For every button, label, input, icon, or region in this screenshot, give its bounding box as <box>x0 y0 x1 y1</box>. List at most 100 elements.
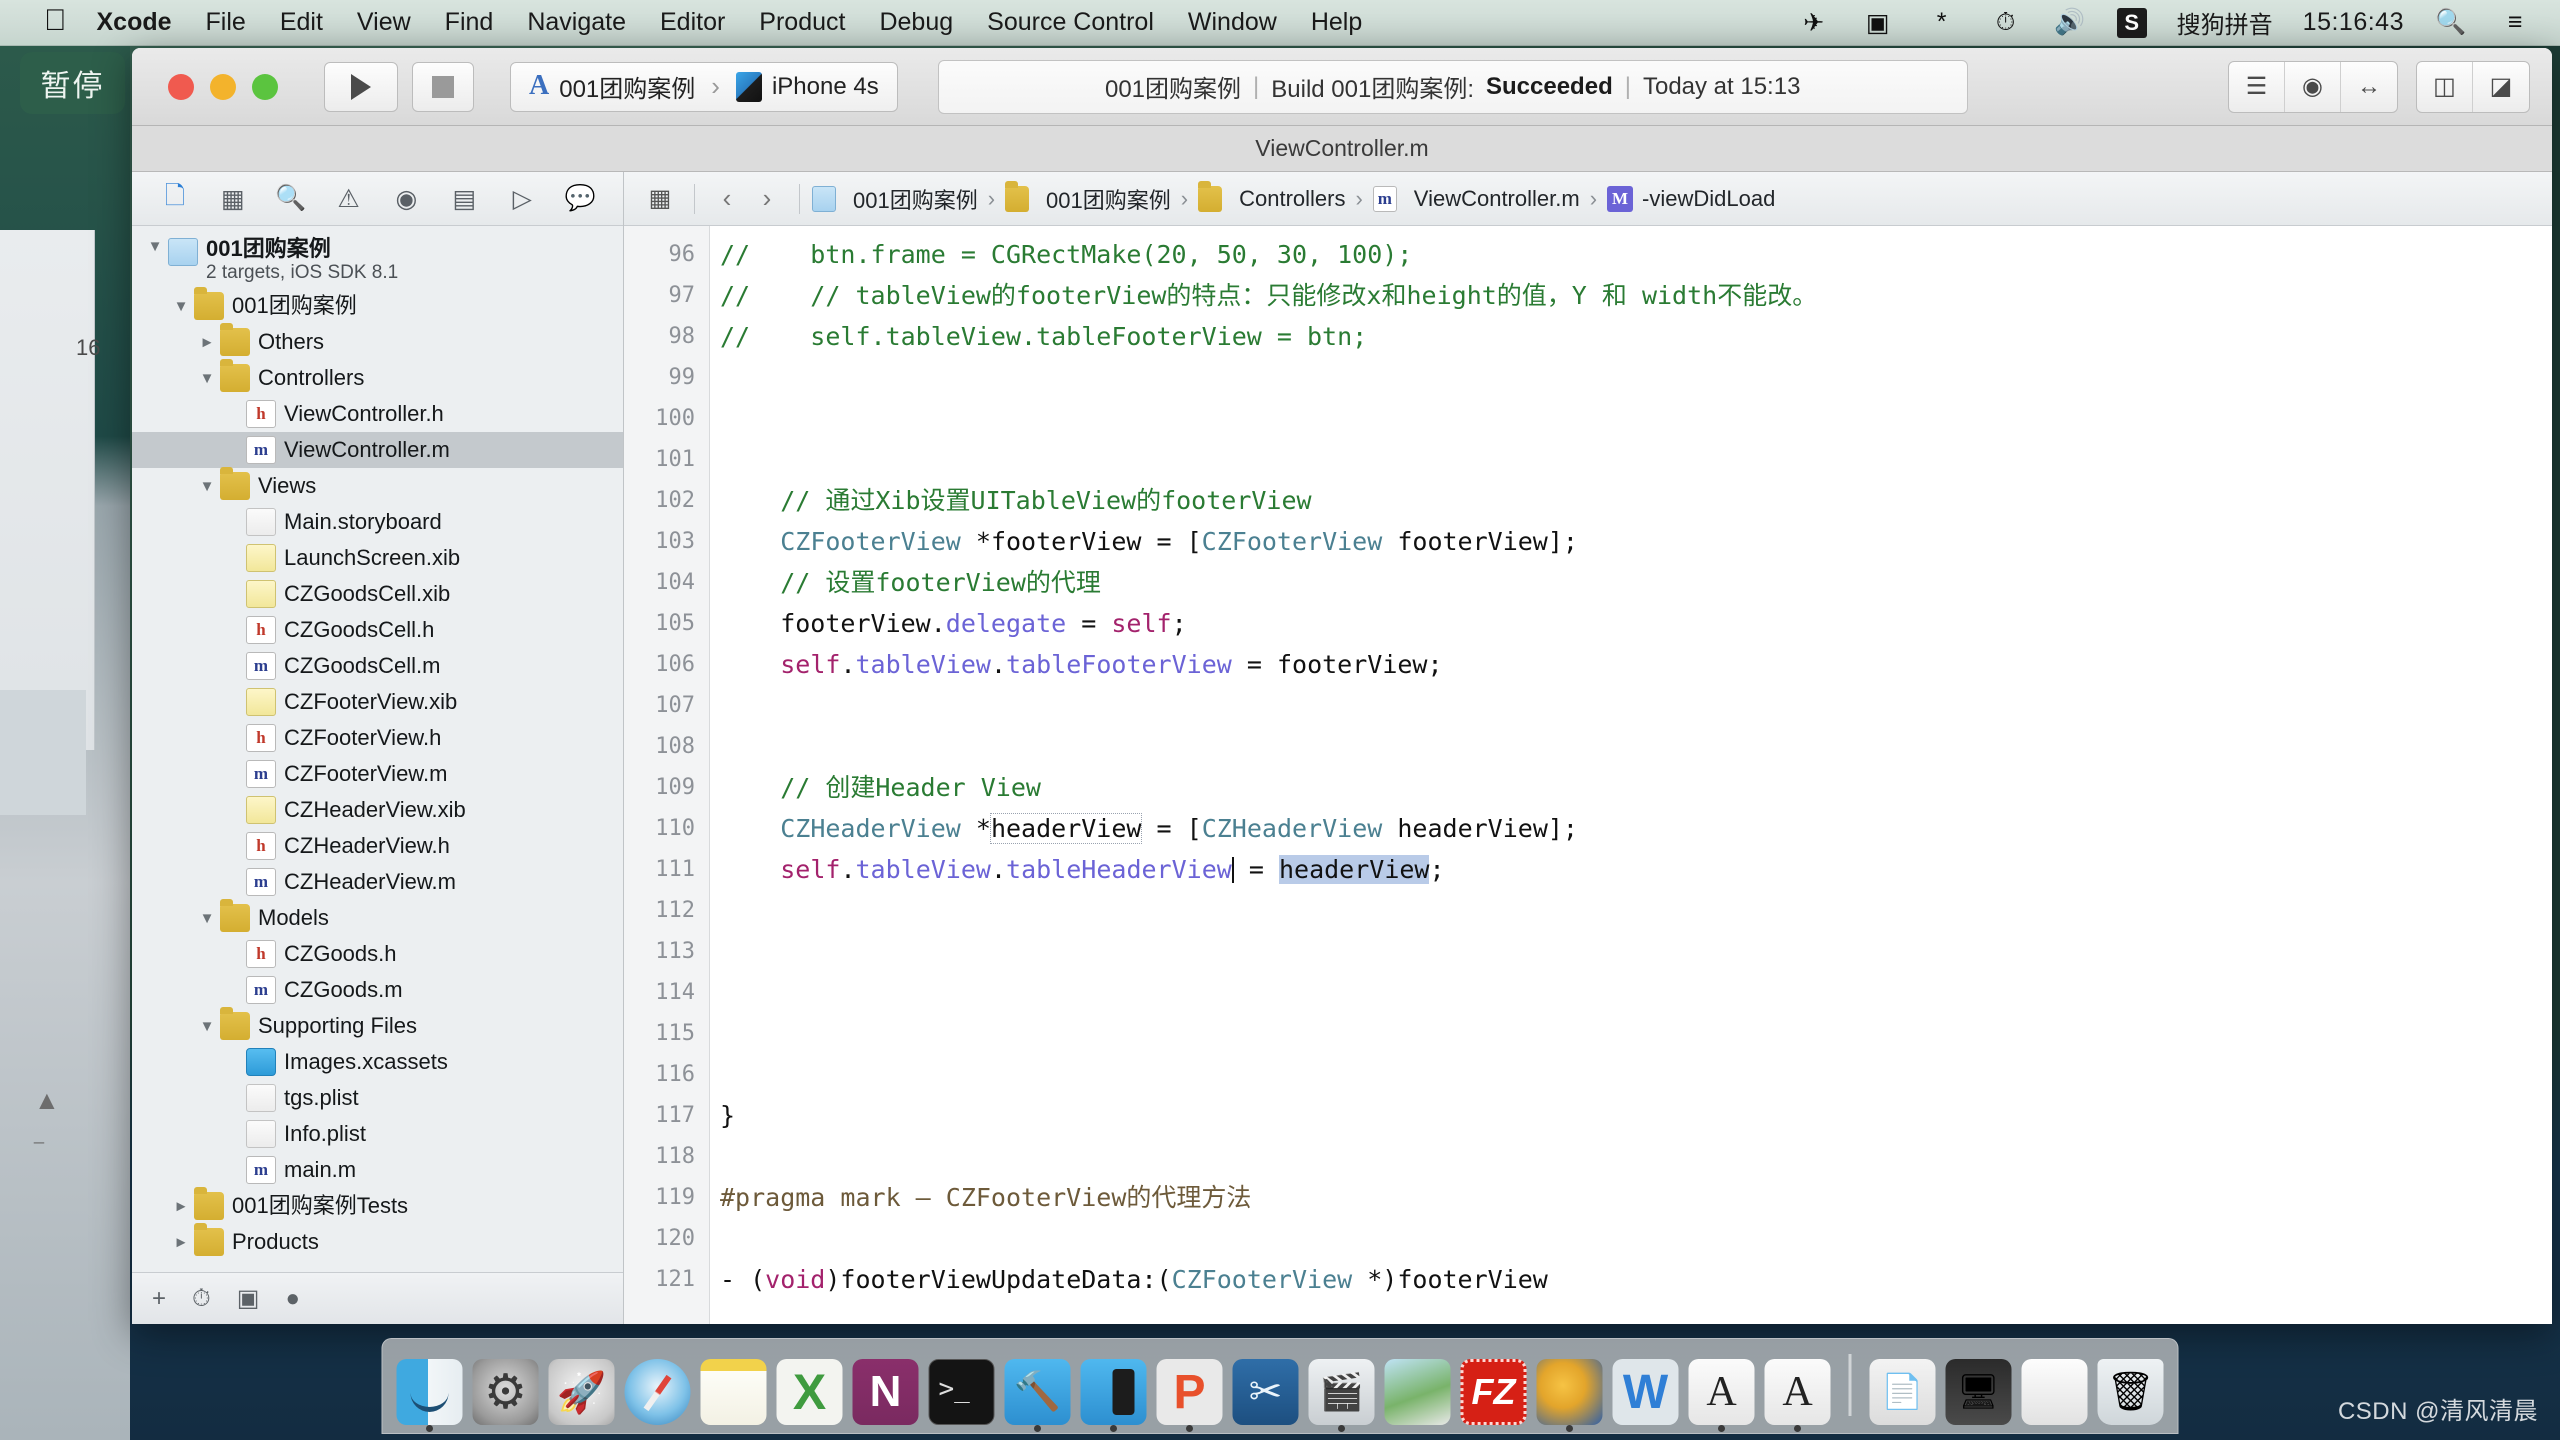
dock-icon-keynote[interactable] <box>1156 1359 1223 1432</box>
tree-item-main.m[interactable]: m main.m <box>132 1152 623 1188</box>
disclosure-triangle-open-icon[interactable]: ▼ <box>168 298 194 315</box>
sogou-ime-icon[interactable]: S <box>2116 7 2147 38</box>
tree-item-czgoodscell.h[interactable]: h CZGoodsCell.h <box>132 612 623 648</box>
tree-item-czgoods.m[interactable]: m CZGoods.m <box>132 972 623 1008</box>
dock-icon-onenote[interactable] <box>852 1359 919 1425</box>
breakpoint-navigator-icon[interactable]: ▷ <box>493 177 551 221</box>
code-line[interactable] <box>720 1013 2552 1054</box>
dock-icon-font-book-b[interactable] <box>1764 1359 1831 1432</box>
version-editor-icon[interactable]: ↔ <box>2341 62 2397 112</box>
tree-item-czgoodscell.m[interactable]: m CZGoodsCell.m <box>132 648 623 684</box>
menu-item-edit[interactable]: Edit <box>280 8 323 37</box>
dock-icon-system-preferences[interactable] <box>472 1359 539 1425</box>
code-line[interactable] <box>720 439 2552 480</box>
disclosure-triangle-closed-icon[interactable]: ► <box>168 1198 194 1215</box>
apple-logo-icon[interactable]:  <box>44 5 67 36</box>
code-line[interactable] <box>720 357 2552 398</box>
dock-icon-word[interactable] <box>1612 1359 1679 1425</box>
close-window-button[interactable] <box>168 73 194 100</box>
minimize-window-button[interactable] <box>210 73 236 100</box>
tree-item-001[interactable]: ▼ 001团购案例 2 targets, iOS SDK 8.1 <box>132 236 623 288</box>
breadcrumb-method[interactable]: M -viewDidLoad <box>1607 185 1775 212</box>
hide-navigator-icon[interactable]: ◫ <box>2417 61 2473 112</box>
tree-item-images.xcassets[interactable]: Images.xcassets <box>132 1044 623 1080</box>
find-navigator-icon[interactable]: 🔍 <box>262 177 320 221</box>
code-line[interactable] <box>720 972 2552 1013</box>
airplane-icon[interactable]: ✈ <box>1797 8 1831 38</box>
code-line[interactable]: // btn.frame = CGRectMake(20, 50, 30, 10… <box>720 234 2552 275</box>
video-camera-icon[interactable]: ▣ <box>1861 8 1895 38</box>
standard-editor-icon[interactable]: ☰ <box>2229 61 2285 112</box>
menu-item-navigate[interactable]: Navigate <box>527 8 626 37</box>
assistant-editor-icon[interactable]: ◉ <box>2285 61 2341 112</box>
bluetooth-icon[interactable]: * <box>1925 8 1959 38</box>
dock-icon-screens-stack[interactable] <box>1945 1359 2012 1425</box>
breadcrumb-file[interactable]: m ViewController.m <box>1372 185 1580 212</box>
recent-filter-icon[interactable]: ⏱ <box>192 1285 211 1313</box>
menu-item-view[interactable]: View <box>357 8 411 37</box>
dock-icon-excel[interactable] <box>776 1359 843 1425</box>
tree-item-viewcontroller.m[interactable]: m ViewController.m <box>132 432 623 468</box>
tree-item-products[interactable]: ► Products <box>132 1223 623 1260</box>
eject-icon[interactable]: ▲ _ <box>34 1085 60 1147</box>
code-line[interactable]: CZHeaderView *headerView = [CZHeaderView… <box>720 808 2552 849</box>
tree-item-views[interactable]: ▼ Views <box>132 467 623 504</box>
disclosure-triangle-closed-icon[interactable]: ► <box>168 1234 194 1251</box>
tree-item-tgs.plist[interactable]: tgs.plist <box>132 1080 623 1116</box>
code-line[interactable]: // 设置footerView的代理 <box>720 562 2552 603</box>
disclosure-triangle-open-icon[interactable]: ▼ <box>194 478 220 495</box>
dock-icon-font-book-a[interactable] <box>1688 1359 1755 1432</box>
tree-item-czheaderview.xib[interactable]: CZHeaderView.xib <box>132 792 623 828</box>
breadcrumb-project[interactable]: 001团购案例 <box>812 183 978 215</box>
dock-icon-quicktime[interactable] <box>1308 1359 1375 1432</box>
tree-item-czfooterview.h[interactable]: h CZFooterView.h <box>132 720 623 756</box>
tree-item-controllers[interactable]: ▼ Controllers <box>132 359 623 396</box>
report-navigator-icon[interactable]: 💬 <box>551 177 609 221</box>
breadcrumb-group[interactable]: 001团购案例 <box>1005 180 1171 215</box>
dock-icon-downloads-stack[interactable] <box>2021 1359 2088 1425</box>
dock-icon-paint-tool[interactable] <box>1536 1359 1603 1432</box>
source-control-filter-icon[interactable]: ▣ <box>237 1284 260 1313</box>
code-line[interactable] <box>720 931 2552 972</box>
dock-icon-filezilla[interactable] <box>1460 1359 1527 1425</box>
code-line[interactable]: } <box>720 1095 2552 1136</box>
code-line[interactable]: - (void)footerViewUpdateData:(CZFooterVi… <box>720 1259 2552 1300</box>
code-line[interactable] <box>720 685 2552 726</box>
tree-item-czgoods.h[interactable]: h CZGoods.h <box>132 936 623 972</box>
navigate-back-button[interactable]: ‹ <box>707 183 747 214</box>
dock-icon-launchpad[interactable] <box>548 1359 615 1425</box>
code-line[interactable] <box>720 1218 2552 1259</box>
test-navigator-icon[interactable]: ◉ <box>378 177 436 221</box>
dock-icon-snipaste[interactable] <box>1232 1359 1299 1425</box>
tree-item-001[interactable]: ▼ 001团购案例 <box>132 287 623 324</box>
menu-item-file[interactable]: File <box>206 8 246 37</box>
run-button[interactable] <box>324 61 398 112</box>
dock-icon-safari[interactable] <box>624 1359 691 1425</box>
tree-item-czgoodscell.xib[interactable]: CZGoodsCell.xib <box>132 576 623 612</box>
code-line[interactable] <box>720 398 2552 439</box>
disclosure-triangle-open-icon[interactable]: ▼ <box>142 238 168 255</box>
filter-field-icon[interactable]: ● <box>285 1285 300 1313</box>
dock-icon-documents-stack[interactable] <box>1869 1359 1936 1425</box>
tree-item-czfooterview.m[interactable]: m CZFooterView.m <box>132 756 623 792</box>
navigate-forward-button[interactable]: › <box>747 183 787 214</box>
disclosure-triangle-closed-icon[interactable]: ► <box>194 334 220 351</box>
tree-item-viewcontroller.h[interactable]: h ViewController.h <box>132 396 623 432</box>
disclosure-triangle-open-icon[interactable]: ▼ <box>194 1018 220 1035</box>
add-icon[interactable]: + <box>152 1285 166 1313</box>
spotlight-search-icon[interactable]: 🔍 <box>2434 8 2468 38</box>
menu-item-window[interactable]: Window <box>1188 8 1277 37</box>
disclosure-triangle-open-icon[interactable]: ▼ <box>194 370 220 387</box>
source-code-text[interactable]: // btn.frame = CGRectMake(20, 50, 30, 10… <box>710 226 2552 1324</box>
tree-item-main.storyboard[interactable]: Main.storyboard <box>132 504 623 540</box>
dock-icon-xcode[interactable] <box>1004 1359 1071 1432</box>
tree-item-supportingfiles[interactable]: ▼ Supporting Files <box>132 1007 623 1044</box>
stop-button[interactable] <box>412 61 474 112</box>
code-line[interactable]: self.tableView.tableFooterView = footerV… <box>720 644 2552 685</box>
project-navigator-icon[interactable]: 🗋 <box>146 177 204 221</box>
menu-item-xcode[interactable]: Xcode <box>97 8 172 37</box>
dock-icon-terminal[interactable] <box>928 1359 995 1425</box>
tree-item-others[interactable]: ► Others <box>132 323 623 360</box>
code-line[interactable]: // // tableView的footerView的特点：只能修改x和heig… <box>720 275 2552 316</box>
document-tab-bar[interactable]: ViewController.m <box>132 126 2552 172</box>
